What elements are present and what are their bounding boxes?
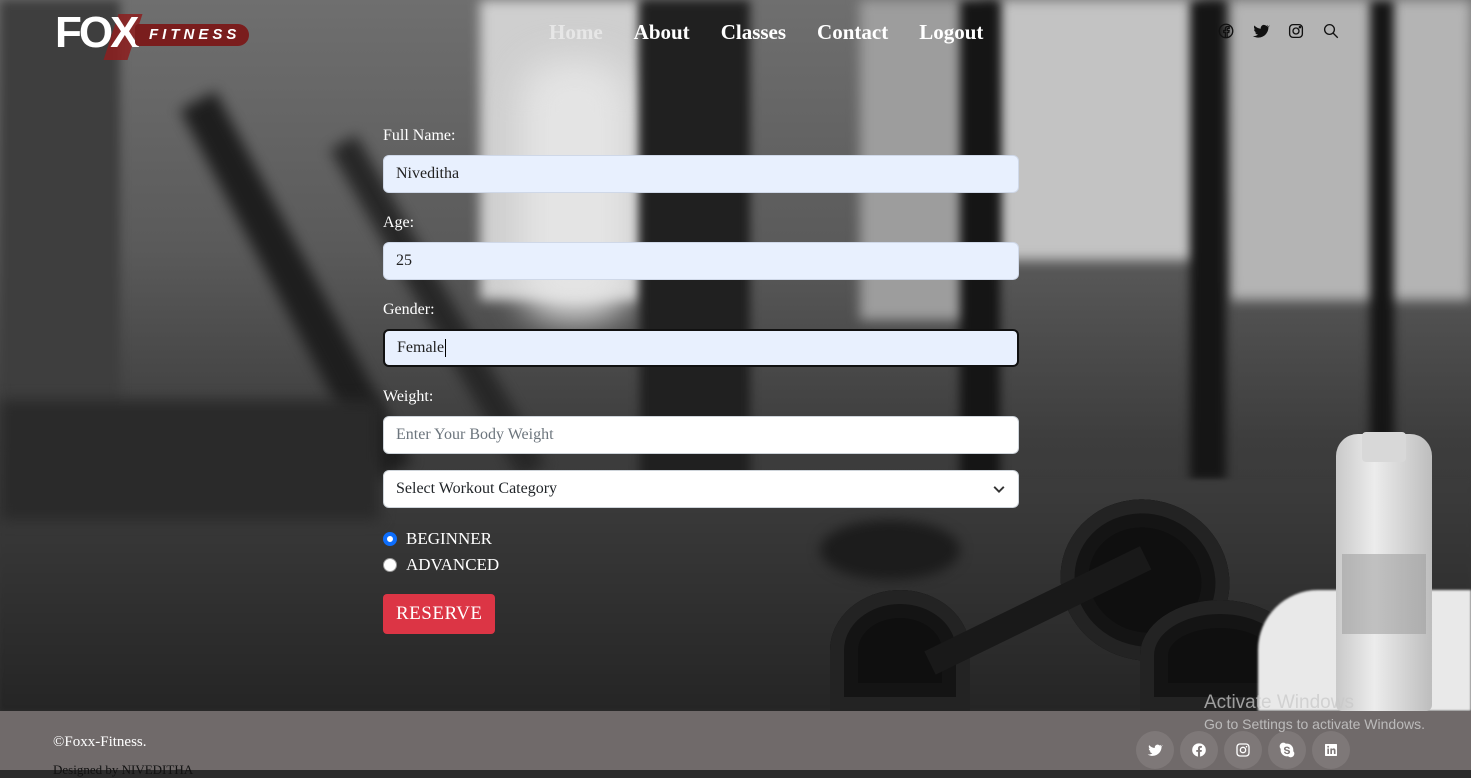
copyright-text: ©Foxx-Fitness. [53,734,147,750]
logo-wordmark: FOX [55,8,139,57]
nav-home[interactable]: Home [549,20,603,45]
weight-label: Weight: [383,388,434,405]
reserve-button[interactable]: RESERVE [383,594,496,634]
twitter-icon[interactable] [1252,22,1271,40]
windows-activation-watermark: Activate Windows Go to Settings to activ… [1204,692,1425,732]
full-name-label: Full Name: [383,127,456,144]
activate-title: Activate Windows [1204,692,1354,713]
gender-input[interactable]: Female [383,329,1019,367]
facebook-icon[interactable] [1180,731,1218,769]
nav-classes[interactable]: Classes [721,20,786,45]
level-option-beginner[interactable]: BEGINNER [383,526,1019,552]
footer-social-icons [1136,731,1350,769]
linkedin-icon[interactable] [1312,731,1350,769]
skype-icon[interactable] [1268,731,1306,769]
weight-placeholder: Enter Your Body Weight [396,426,554,443]
advanced-radio[interactable] [383,558,397,572]
gender-label: Gender: [383,301,435,318]
workout-category-selected: Select Workout Category [396,480,558,497]
gender-value: Female [397,339,445,356]
brand-logo[interactable]: FOX FITNESS [55,2,255,64]
activate-subtitle: Go to Settings to activate Windows. [1204,716,1425,732]
designed-by-text: Designed by NIVEDITHA [53,762,193,778]
nav-about[interactable]: About [634,20,690,45]
text-caret [445,339,447,357]
main-nav: Home About Classes Contact Logout [549,20,1014,45]
advanced-label: ADVANCED [406,555,500,574]
beginner-label: BEGINNER [406,529,492,548]
full-name-value: Niveditha [396,165,460,182]
reservation-form: Full Name: Niveditha Age: 25 Gender: Fem… [383,127,1019,634]
level-option-advanced[interactable]: ADVANCED [383,552,1019,578]
age-input[interactable]: 25 [383,242,1019,280]
logo-tagline: FITNESS [149,26,241,43]
level-radio-group: BEGINNER ADVANCED [383,526,1019,578]
full-name-input[interactable]: Niveditha [383,155,1019,193]
instagram-icon[interactable] [1224,731,1262,769]
weight-input[interactable]: Enter Your Body Weight [383,416,1019,454]
twitter-icon[interactable] [1136,731,1174,769]
search-icon[interactable] [1322,22,1340,40]
nav-logout[interactable]: Logout [919,20,983,45]
water-bottle-image [1336,432,1432,711]
workout-category-select[interactable]: Select Workout Category [383,470,1019,508]
facebook-icon[interactable] [1217,22,1235,40]
chevron-down-icon [993,486,1005,493]
beginner-radio[interactable] [383,532,397,546]
instagram-icon[interactable] [1287,22,1305,40]
age-value: 25 [396,252,412,269]
nav-contact[interactable]: Contact [817,20,888,45]
header-social-icons [1217,22,1340,40]
age-label: Age: [383,214,415,231]
